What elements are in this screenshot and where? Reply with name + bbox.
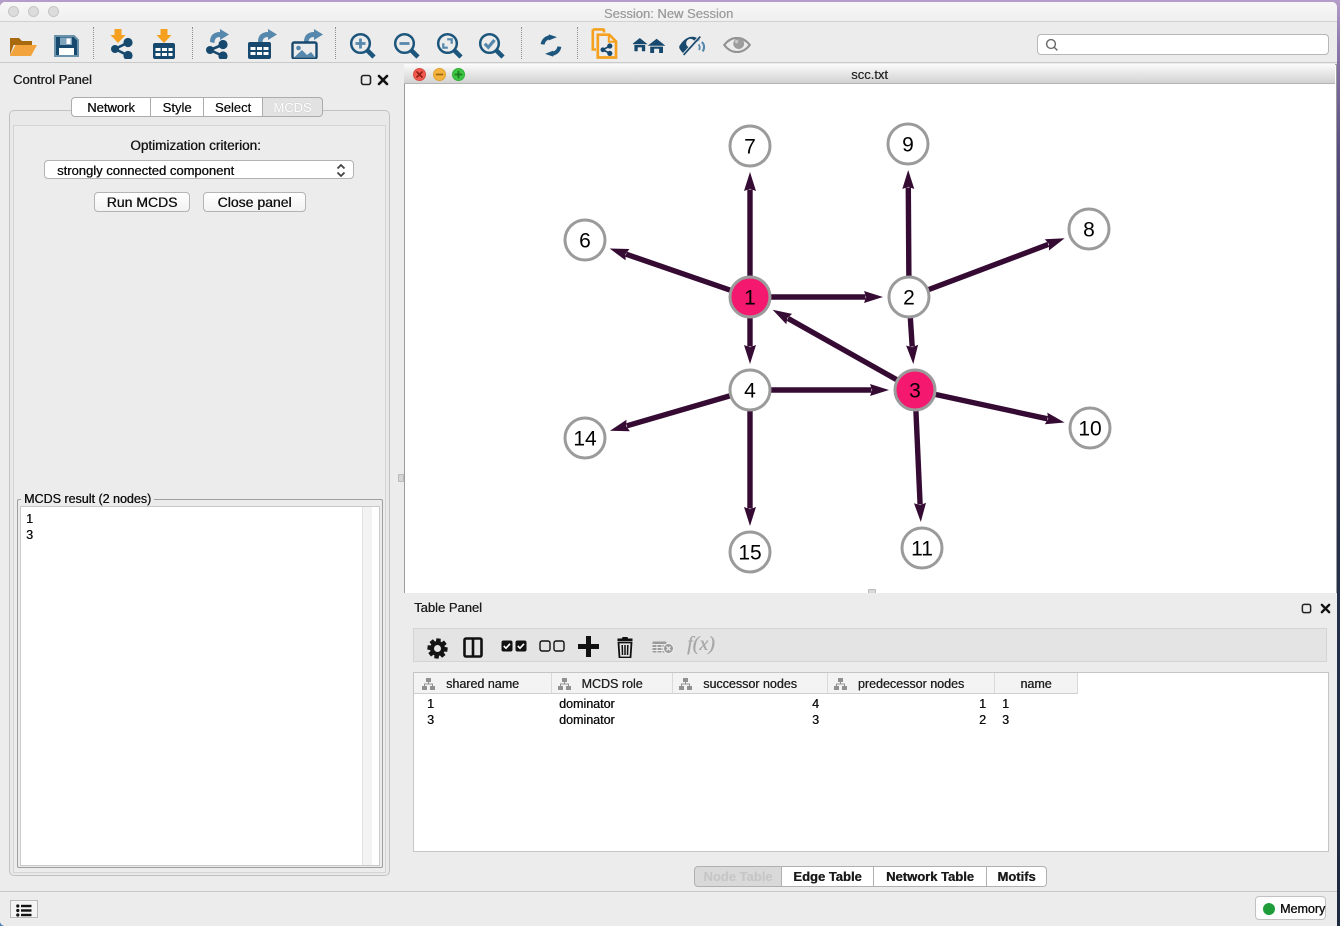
svg-text:2: 2: [903, 287, 915, 310]
svg-text:14: 14: [573, 428, 597, 451]
svg-text:9: 9: [902, 134, 914, 157]
svg-text:4: 4: [744, 380, 756, 403]
svg-text:7: 7: [744, 136, 756, 159]
svg-text:10: 10: [1078, 418, 1101, 441]
svg-text:6: 6: [579, 230, 591, 253]
svg-text:8: 8: [1083, 219, 1095, 242]
svg-text:3: 3: [909, 380, 921, 403]
svg-text:1: 1: [744, 287, 756, 310]
svg-text:11: 11: [911, 538, 933, 561]
svg-text:15: 15: [738, 542, 761, 565]
